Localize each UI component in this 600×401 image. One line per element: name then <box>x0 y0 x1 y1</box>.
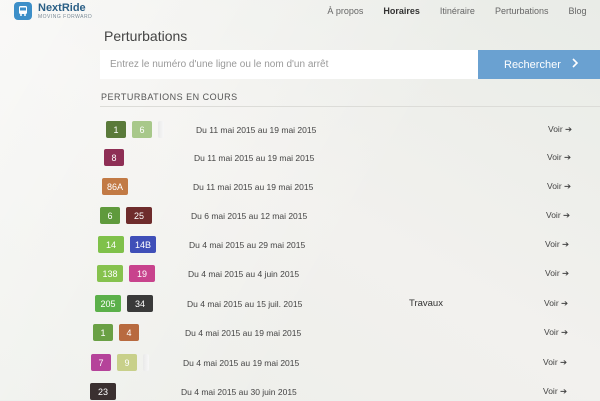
line-badges: 79 <box>91 354 149 371</box>
line-badges: 14 <box>93 324 139 341</box>
disruption-dates: Du 11 mai 2015 au 19 mai 2015 <box>196 125 317 135</box>
line-badge[interactable]: 23 <box>90 383 116 400</box>
nav-item-itineraire[interactable]: Itinéraire <box>440 6 475 16</box>
line-badge[interactable]: 205 <box>95 295 121 312</box>
disruption-row[interactable]: 1 6 Du 11 mai 2015 au 19 mai 2015 Voir ➔ <box>0 121 600 139</box>
disruption-row[interactable]: 7 9 Du 4 mai 2015 au 19 mai 2015 Voir ➔ <box>0 354 600 372</box>
line-badges: 6 25 <box>100 207 152 224</box>
section-divider <box>100 106 600 107</box>
search-bar: Rechercher <box>100 50 600 79</box>
view-link[interactable]: Voir ➔ <box>546 210 570 221</box>
page-title: Perturbations <box>104 28 188 44</box>
line-badge[interactable]: 9 <box>117 354 137 371</box>
view-link[interactable]: Voir ➔ <box>545 268 569 279</box>
disruption-row[interactable]: 8 Du 11 mai 2015 au 19 mai 2015 Voir ➔ <box>0 149 600 167</box>
disruption-row[interactable]: 86A Du 11 mai 2015 au 19 mai 2015 Voir ➔ <box>0 178 600 196</box>
disruption-dates: Du 4 mai 2015 au 4 juin 2015 <box>188 269 300 279</box>
line-badges: 86A <box>102 178 128 195</box>
disruption-dates: Du 11 mai 2015 au 19 mai 2015 <box>194 153 315 163</box>
line-badges: 205 34 <box>95 295 153 312</box>
view-link[interactable]: Voir ➔ <box>544 298 568 309</box>
disruption-row[interactable]: 205 34 Du 4 mai 2015 au 15 juil. 2015 Trava… <box>0 295 600 313</box>
brand-tagline: MOVING FORWARD <box>38 13 93 20</box>
disruption-dates: Du 6 mai 2015 au 12 mai 2015 <box>191 211 308 221</box>
line-badges: 16 <box>106 121 164 138</box>
disruption-dates: Du 4 mai 2015 au 19 mai 2015 <box>185 328 302 338</box>
disruption-dates: Du 4 mai 2015 au 15 juil. 2015 <box>187 299 303 309</box>
bus-icon <box>14 2 32 20</box>
line-badge[interactable]: 25 <box>126 207 152 224</box>
line-badge[interactable]: 1 <box>106 121 126 138</box>
more-lines-fade <box>158 121 164 138</box>
disruption-row[interactable]: 1 4 Du 4 mai 2015 au 19 mai 2015 Voir ➔ <box>0 324 600 342</box>
disruption-dates: Du 11 mai 2015 au 19 mai 2015 <box>193 182 314 192</box>
line-badge[interactable]: 7 <box>91 354 111 371</box>
disruption-dates: Du 4 mai 2015 au 30 juin 2015 <box>181 387 297 397</box>
line-badges: 138 19 <box>97 265 155 282</box>
disruption-note: Travaux <box>409 298 443 309</box>
line-badge[interactable]: 34 <box>127 295 153 312</box>
more-lines-fade <box>143 354 149 371</box>
disruption-row[interactable]: 138 19 Du 4 mai 2015 au 4 juin 2015 Voir ➔ <box>0 265 600 283</box>
line-badge[interactable]: 86A <box>102 178 128 195</box>
chevron-right-icon <box>571 58 579 71</box>
view-link[interactable]: Voir ➔ <box>544 327 568 338</box>
section-title: PERTURBATIONS EN COURS <box>101 92 238 102</box>
line-badge[interactable]: 14B <box>130 236 156 253</box>
brand-name: NextRide <box>38 1 86 14</box>
search-input[interactable] <box>100 50 478 79</box>
line-badge[interactable]: 1 <box>93 324 113 341</box>
line-badge[interactable]: 8 <box>104 149 124 166</box>
disruption-row[interactable]: 6 25 Du 6 mai 2015 au 12 mai 2015 Voir ➔ <box>0 207 600 225</box>
main-nav: À propos Horaires Itinéraire Perturbatio… <box>327 0 600 22</box>
line-badge[interactable]: 14 <box>98 236 124 253</box>
search-button[interactable]: Rechercher <box>478 50 600 79</box>
nav-item-a-propos[interactable]: À propos <box>327 6 363 16</box>
line-badge[interactable]: 19 <box>129 265 155 282</box>
view-link[interactable]: Voir ➔ <box>547 152 571 163</box>
view-link[interactable]: Voir ➔ <box>543 357 567 368</box>
search-button-label: Rechercher <box>504 58 561 71</box>
disruption-dates: Du 4 mai 2015 au 19 mai 2015 <box>183 358 300 368</box>
line-badge[interactable]: 6 <box>132 121 152 138</box>
disruption-row[interactable]: 14 14B Du 4 mai 2015 au 29 mai 2015 Voir ➔ <box>0 236 600 254</box>
view-link[interactable]: Voir ➔ <box>547 181 571 192</box>
disruption-dates: Du 4 mai 2015 au 29 mai 2015 <box>189 240 306 250</box>
line-badges: 8 <box>104 149 124 166</box>
nav-item-horaires[interactable]: Horaires <box>383 6 420 16</box>
line-badges: 14 14B <box>98 236 156 253</box>
line-badges: 23 <box>90 383 116 400</box>
line-badge[interactable]: 4 <box>119 324 139 341</box>
view-link[interactable]: Voir ➔ <box>545 239 569 250</box>
disruption-row[interactable]: 23 Du 4 mai 2015 au 30 juin 2015 Voir ➔ <box>0 383 600 401</box>
view-link[interactable]: Voir ➔ <box>543 386 567 397</box>
view-link[interactable]: Voir ➔ <box>548 124 572 135</box>
line-badge[interactable]: 6 <box>100 207 120 224</box>
nav-item-blog[interactable]: Blog <box>568 6 586 16</box>
line-badge[interactable]: 138 <box>97 265 123 282</box>
brand-logo[interactable]: NextRide MOVING FORWARD <box>14 2 92 20</box>
nav-item-perturbations[interactable]: Perturbations <box>495 6 549 16</box>
top-navigation-bar: NextRide MOVING FORWARD À propos Horaire… <box>0 0 600 22</box>
